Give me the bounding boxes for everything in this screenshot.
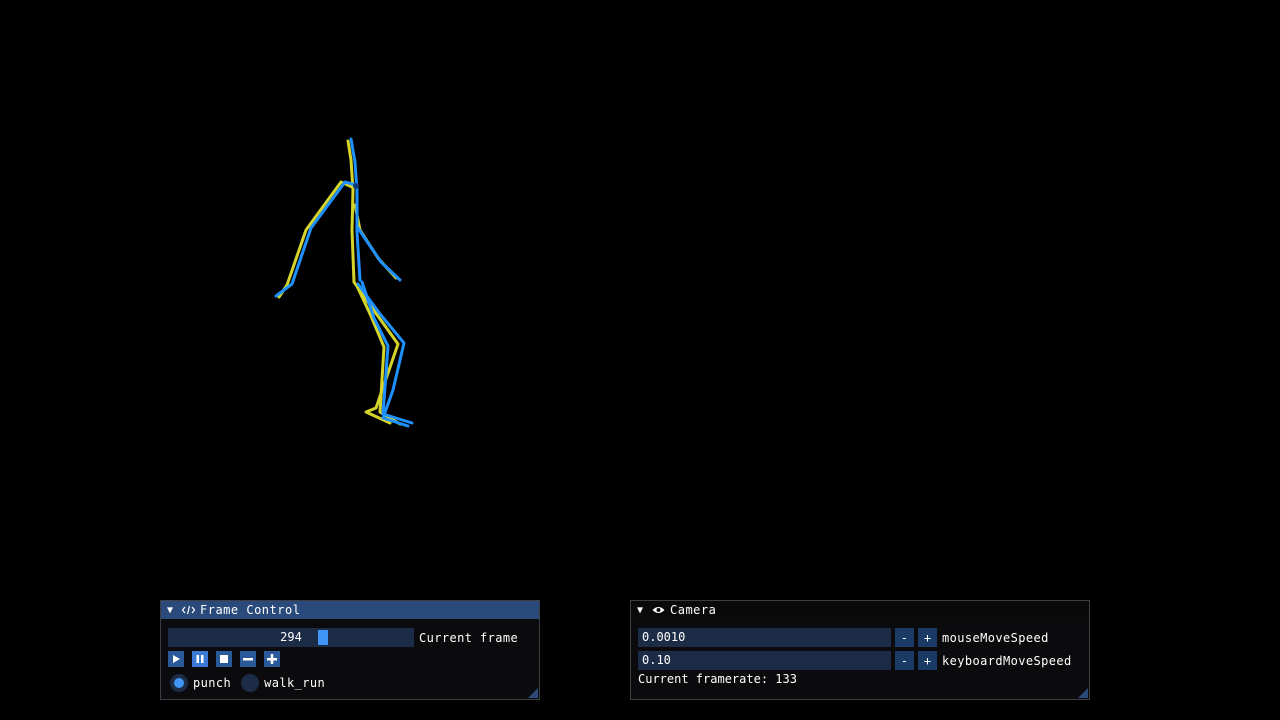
mouse-move-speed-increment-button[interactable]: +: [918, 628, 937, 647]
panel-title: Camera: [670, 602, 717, 617]
front-leg-bone: [360, 280, 414, 425]
mouse-move-speed-decrement-button[interactable]: -: [895, 628, 914, 647]
current-frame-label: Current frame: [419, 630, 519, 645]
collapse-arrow-icon[interactable]: ▼: [637, 602, 647, 619]
right-arm-bone: [356, 226, 402, 282]
slider-grab[interactable]: [318, 630, 329, 645]
code-icon: [182, 605, 195, 615]
mouse-move-speed-input[interactable]: 0.0010: [638, 628, 891, 647]
keyboard-move-speed-input[interactable]: 0.10: [638, 651, 891, 670]
frame-control-titlebar[interactable]: ▼ Frame Control: [161, 601, 539, 619]
radio-selected-dot: [174, 678, 184, 688]
play-icon: [173, 655, 180, 663]
panel-title: Frame Control: [200, 602, 301, 617]
spine-bone: [346, 139, 356, 284]
stop-icon: [220, 655, 228, 663]
skeleton-secondary: [277, 139, 402, 426]
minus-icon: [243, 658, 253, 661]
plus-icon: [267, 654, 277, 664]
pause-icon: [196, 655, 204, 663]
mouse-move-speed-label: mouseMoveSpeed: [942, 630, 1049, 645]
neck-joint: [353, 183, 359, 189]
camera-titlebar[interactable]: ▼ Camera: [631, 601, 1089, 619]
current-frame-slider[interactable]: 294: [168, 628, 414, 647]
resize-grip[interactable]: [1078, 688, 1088, 698]
play-button[interactable]: [168, 651, 184, 667]
camera-panel: ▼ Camera 0.0010 - + mouseMoveSpeed 0.10 …: [630, 600, 1090, 700]
pause-button[interactable]: [192, 651, 208, 667]
left-arm-bone: [277, 180, 354, 299]
next-frame-button[interactable]: [264, 651, 280, 667]
skeleton-primary: [274, 137, 414, 428]
frame-control-panel: ▼ Frame Control 294 Current frame punch …: [160, 600, 540, 700]
keyboard-move-speed-decrement-button[interactable]: -: [895, 651, 914, 670]
resize-grip[interactable]: [528, 688, 538, 698]
slider-value: 294: [280, 630, 302, 644]
radio-punch-label[interactable]: punch: [193, 676, 231, 690]
back-leg-bone: [352, 280, 400, 425]
previous-frame-button[interactable]: [240, 651, 256, 667]
radio-walk-run[interactable]: [241, 674, 260, 692]
right-arm-bone: [353, 203, 398, 280]
keyboard-move-speed-label: keyboardMoveSpeed: [942, 653, 1072, 668]
eye-icon: [652, 605, 665, 615]
stop-button[interactable]: [216, 651, 232, 667]
radio-punch[interactable]: [170, 674, 188, 692]
framerate-text: Current framerate: 133: [638, 672, 797, 686]
keyboard-move-speed-increment-button[interactable]: +: [918, 651, 937, 670]
radio-walk-run-label[interactable]: walk_run: [264, 676, 325, 690]
collapse-arrow-icon[interactable]: ▼: [167, 602, 177, 619]
